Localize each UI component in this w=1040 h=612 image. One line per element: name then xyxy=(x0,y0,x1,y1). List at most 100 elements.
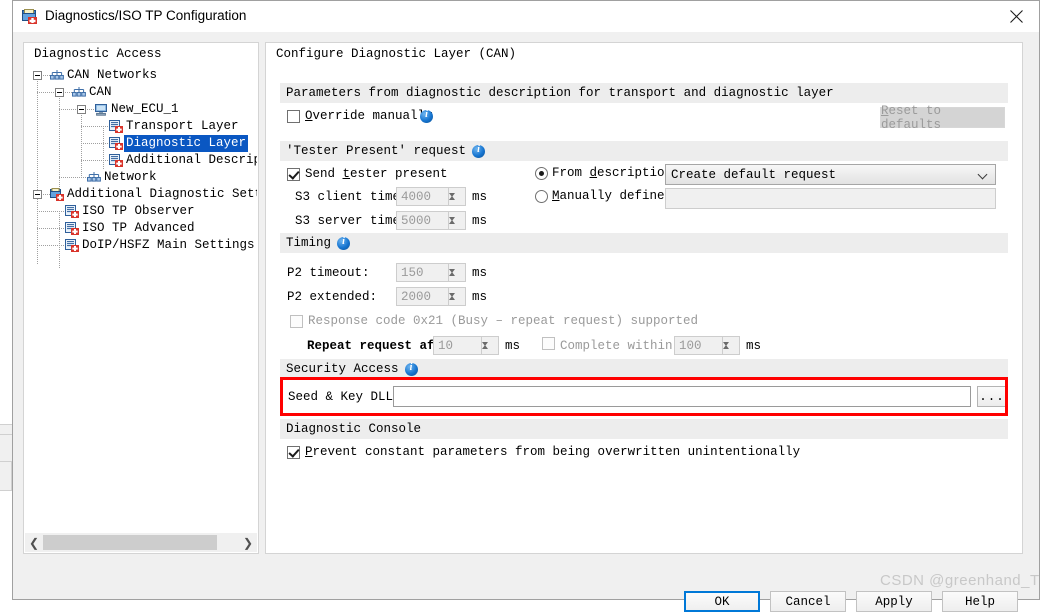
tree-item-iso-tp-advanced[interactable]: ISO TP Advanced xyxy=(25,220,257,237)
tree-item-label: CAN xyxy=(89,84,112,101)
spinner-buttons[interactable] xyxy=(481,337,498,354)
prevent-overwrite-label: Prevent constant parameters from being o… xyxy=(305,445,800,459)
tree-connector xyxy=(43,194,50,195)
tree-item-additional-diagnostic-settings[interactable]: Additional Diagnostic Settings xyxy=(25,186,257,203)
expander-icon[interactable] xyxy=(77,105,86,114)
section-header-diagnostic-console: Diagnostic Console xyxy=(280,419,1008,439)
s3-client-time-value: 4000 xyxy=(401,190,431,204)
spinner-down-icon[interactable] xyxy=(449,197,465,205)
section-timing-label: Timing xyxy=(286,236,331,250)
tree-item-network[interactable]: Network xyxy=(25,169,257,186)
layer-icon xyxy=(109,137,123,150)
tree-connector xyxy=(81,126,109,127)
complete-within-spinner[interactable]: 100 xyxy=(674,336,740,355)
response-code-checkbox[interactable] xyxy=(290,315,303,328)
manually-defined-label: Manually defined: xyxy=(552,189,680,203)
close-icon[interactable] xyxy=(993,1,1039,32)
spinner-buttons[interactable] xyxy=(448,264,465,281)
info-icon[interactable] xyxy=(405,363,418,376)
expander-icon[interactable] xyxy=(33,71,42,80)
section-tester-present-label: 'Tester Present' request xyxy=(286,144,466,158)
tree-connector xyxy=(81,143,109,144)
network-icon xyxy=(50,69,64,82)
spinner-down-icon[interactable] xyxy=(449,297,465,305)
tree-item-iso-tp-observer[interactable]: ISO TP Observer xyxy=(25,203,257,220)
background-window-left-3 xyxy=(0,461,12,491)
info-icon[interactable] xyxy=(420,110,433,123)
p2-timeout-value: 150 xyxy=(401,266,424,280)
tree-item-doip-hsfz-main-settings[interactable]: DoIP/HSFZ Main Settings xyxy=(25,237,257,254)
help-button[interactable]: Help xyxy=(942,591,1018,612)
info-icon[interactable] xyxy=(472,145,485,158)
s3-server-time-spinner[interactable]: 5000 xyxy=(396,211,466,230)
override-manually-checkbox[interactable] xyxy=(287,110,300,123)
cancel-button-label: Cancel xyxy=(785,595,830,609)
apply-button[interactable]: Apply xyxy=(856,591,932,612)
p2-extended-label: P2 extended: xyxy=(287,290,377,304)
apply-button-label: Apply xyxy=(875,595,913,609)
info-icon[interactable] xyxy=(337,237,350,250)
spinner-buttons[interactable] xyxy=(448,212,465,229)
layer-icon xyxy=(109,120,123,133)
spinner-buttons[interactable] xyxy=(448,288,465,305)
tree-item-label: Diagnostic Layer xyxy=(124,135,248,152)
seed-key-dll-browse-button[interactable]: ... xyxy=(977,386,1007,407)
manually-defined-input[interactable] xyxy=(665,188,996,209)
send-tester-present-checkbox[interactable] xyxy=(287,168,300,181)
tree-connector xyxy=(37,245,65,246)
spinner-down-icon[interactable] xyxy=(449,273,465,281)
diagnostic-access-title: Diagnostic Access xyxy=(32,47,164,61)
tree-item-label: New_ECU_1 xyxy=(111,101,179,118)
layer-icon xyxy=(65,222,79,235)
diagnostic-access-tree[interactable]: CAN Networks xyxy=(25,67,257,532)
from-description-combo[interactable]: Create default request xyxy=(665,164,996,185)
title-bar: Diagnostics/ISO TP Configuration xyxy=(13,1,1039,33)
browse-button-label: ... xyxy=(979,390,1005,404)
p2-extended-unit: ms xyxy=(472,290,487,304)
repeat-request-value: 10 xyxy=(438,339,453,353)
from-description-radio[interactable] xyxy=(535,167,548,180)
manually-defined-radio[interactable] xyxy=(535,190,548,203)
s3-server-time-label: S3 server time: xyxy=(295,214,408,228)
send-tester-present-label: Send tester present xyxy=(305,167,448,181)
spinner-down-icon[interactable] xyxy=(723,346,739,354)
scroll-right-icon[interactable]: ❯ xyxy=(239,533,257,552)
repeat-request-spinner[interactable]: 10 xyxy=(433,336,499,355)
p2-timeout-spinner[interactable]: 150 xyxy=(396,263,466,282)
expander-icon[interactable] xyxy=(55,88,64,97)
chevron-down-icon[interactable] xyxy=(979,171,988,177)
tree-item-can[interactable]: CAN xyxy=(25,84,257,101)
scrollbar-thumb[interactable] xyxy=(43,535,217,550)
tree-item-label: Transport Layer xyxy=(126,118,239,135)
tree-item-additional-description[interactable]: Additional Description xyxy=(25,152,257,169)
cancel-button[interactable]: Cancel xyxy=(770,591,846,612)
tree-item-diagnostic-layer[interactable]: Diagnostic Layer xyxy=(25,135,257,152)
p2-timeout-label: P2 timeout: xyxy=(287,266,370,280)
tree-item-label: Additional Diagnostic Settings xyxy=(67,186,257,203)
scroll-left-icon[interactable]: ❮ xyxy=(25,533,43,552)
p2-extended-spinner[interactable]: 2000 xyxy=(396,287,466,306)
section-header-tester-present: 'Tester Present' request xyxy=(280,141,1008,161)
spinner-down-icon[interactable] xyxy=(449,221,465,229)
spinner-buttons[interactable] xyxy=(448,188,465,205)
tree-horizontal-scrollbar[interactable]: ❮ ❯ xyxy=(25,533,257,552)
ok-button[interactable]: OK xyxy=(684,591,760,612)
spinner-buttons[interactable] xyxy=(722,337,739,354)
scrollbar-track[interactable] xyxy=(217,533,239,552)
ok-button-label: OK xyxy=(714,595,729,609)
tree-item-label: Additional Description xyxy=(126,152,257,169)
window-title: Diagnostics/ISO TP Configuration xyxy=(45,8,246,23)
s3-client-time-spinner[interactable]: 4000 xyxy=(396,187,466,206)
spinner-down-icon[interactable] xyxy=(482,346,498,354)
network-icon xyxy=(72,86,86,99)
complete-within-checkbox[interactable] xyxy=(542,337,555,350)
seed-key-dll-input[interactable] xyxy=(393,386,971,407)
prevent-overwrite-checkbox[interactable] xyxy=(287,446,300,459)
complete-within-value: 100 xyxy=(679,339,702,353)
tree-item-can-networks[interactable]: CAN Networks xyxy=(25,67,257,84)
tree-item-new-ecu-1[interactable]: New_ECU_1 xyxy=(25,101,257,118)
expander-icon[interactable] xyxy=(33,190,42,199)
tree-item-label: ISO TP Observer xyxy=(82,203,195,220)
watermark: CSDN @greenhand_T xyxy=(880,572,1040,589)
tree-item-transport-layer[interactable]: Transport Layer xyxy=(25,118,257,135)
